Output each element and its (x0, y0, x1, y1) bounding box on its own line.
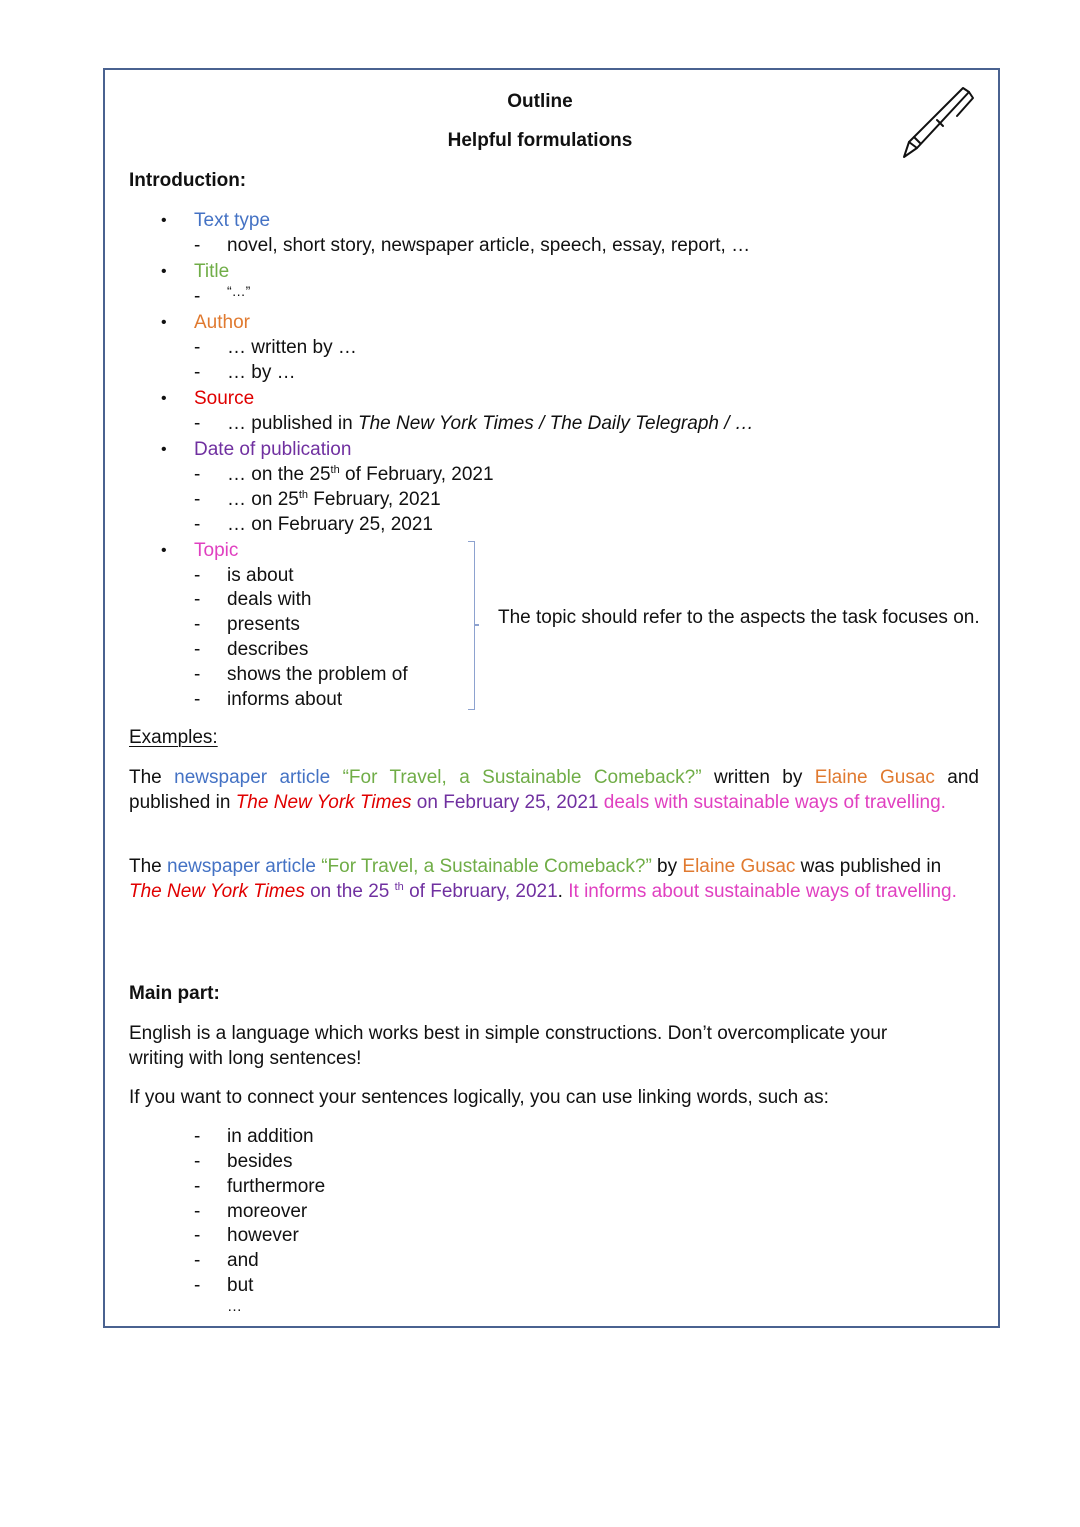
introduction-heading: Introduction: (129, 170, 247, 191)
list-item: … published in The New York Times / The … (227, 413, 754, 435)
plain-text: written by (701, 767, 815, 788)
dash-icon: - (194, 689, 201, 710)
list-item: deals with (227, 589, 312, 610)
linking-word: however (227, 1225, 299, 1246)
dash-icon: - (194, 337, 201, 358)
dash-icon: - (194, 1225, 201, 1246)
example-date: on the 25 (304, 881, 395, 902)
main-part-paragraph-2: If you want to connect your sentences lo… (129, 1087, 829, 1108)
dash-icon: - (194, 464, 201, 485)
dash-icon: - (194, 1126, 201, 1147)
bullet-icon: • (161, 390, 167, 407)
example-date: of February, 2021 (403, 881, 558, 902)
example-title: “For Travel, a Sustainable Comeback?” (315, 856, 652, 877)
date-text: … on the 25 (227, 464, 331, 485)
plain-text: The (129, 767, 175, 788)
list-item: informs about (227, 689, 343, 710)
section-label-author: Author (194, 312, 250, 333)
example-source: The New York Times (235, 792, 412, 813)
linking-word: in addition (227, 1126, 314, 1147)
date-text: … on 25 (227, 489, 299, 510)
bracket-divider (468, 541, 475, 710)
dash-icon: - (194, 565, 201, 586)
dash-icon: - (194, 235, 201, 256)
bullet-icon: • (161, 314, 167, 331)
list-item: describes (227, 639, 309, 660)
plain-text: was published in (795, 856, 942, 877)
linking-word: and (227, 1250, 259, 1271)
examples-heading: Examples: (129, 727, 218, 749)
linking-word: moreover (227, 1201, 308, 1222)
list-item: presents (227, 614, 300, 635)
dash-icon: - (194, 413, 201, 434)
section-label-source: Source (194, 388, 255, 409)
topic-note: The topic should refer to the aspects th… (498, 607, 980, 628)
bullet-icon: • (161, 542, 167, 559)
dash-icon: - (194, 1250, 201, 1271)
ordinal-suffix: th (298, 489, 309, 501)
example-author: Elaine Gusac (814, 767, 935, 788)
example-paragraph-1: The newspaper article “For Travel, a Sus… (129, 765, 979, 815)
example-topic: deals with sustainable ways of travellin… (598, 792, 946, 813)
example-source: The New York Times (129, 881, 305, 902)
list-item: … by … (227, 362, 296, 383)
date-text: of February, 2021 (339, 464, 494, 485)
bullet-icon: • (161, 441, 167, 458)
bracket-tick (475, 624, 479, 626)
section-label-title: Title (194, 261, 230, 282)
list-item: is about (227, 565, 294, 586)
list-item: shows the problem of (227, 664, 408, 685)
dash-icon: - (194, 286, 201, 307)
dash-icon: - (194, 1151, 201, 1172)
bullet-icon: • (161, 212, 167, 229)
section-label-topic: Topic (194, 540, 239, 561)
list-item: … written by … (227, 337, 357, 358)
dash-icon: - (194, 639, 201, 660)
list-item: “…” (227, 283, 251, 299)
example-paragraph-2: The newspaper article “For Travel, a Sus… (129, 854, 979, 904)
example-date: on February 25, 2021 (411, 792, 599, 813)
ordinal-suffix: th (330, 464, 340, 476)
ordinal-suffix: th (394, 881, 404, 893)
dash-icon: - (194, 1201, 201, 1222)
list-item: … on February 25, 2021 (227, 514, 433, 535)
bullet-icon: • (161, 263, 167, 280)
main-part-paragraph-1: English is a language which works best i… (129, 1023, 888, 1069)
dash-icon: - (194, 614, 201, 635)
dash-icon: - (194, 1275, 201, 1296)
source-prefix: … published in (227, 413, 358, 434)
example-title: “For Travel, a Sustainable Comeback?” (330, 767, 702, 788)
source-names: The New York Times / The Daily Telegraph… (357, 413, 754, 434)
linking-word: but (227, 1275, 254, 1296)
section-label-date: Date of publication (194, 439, 352, 460)
list-item: … on the 25th of February, 2021 (227, 464, 494, 486)
example-author: Elaine Gusac (682, 856, 796, 877)
dash-icon: - (194, 362, 201, 383)
linking-word: besides (227, 1151, 293, 1172)
date-text: February, 2021 (308, 489, 441, 510)
list-item: novel, short story, newspaper article, s… (227, 235, 751, 256)
ellipsis: … (227, 1298, 242, 1315)
dash-icon: - (194, 489, 201, 510)
examples-heading-text: Examples: (129, 727, 218, 748)
pen-icon (903, 87, 974, 158)
dash-icon: - (194, 664, 201, 685)
example-text-type: newspaper article (167, 856, 316, 877)
dash-icon: - (194, 1176, 201, 1197)
section-label-text-type: Text type (194, 210, 271, 231)
plain-text: by (651, 856, 683, 877)
example-topic: It informs about sustainable ways of tra… (562, 881, 957, 902)
main-part-heading: Main part: (129, 983, 220, 1004)
dash-icon: - (194, 589, 201, 610)
linking-word: furthermore (227, 1176, 326, 1197)
plain-text: The (129, 856, 168, 877)
dash-icon: - (194, 514, 201, 535)
example-text-type: newspaper article (174, 767, 331, 788)
list-item: … on 25th February, 2021 (227, 489, 441, 511)
